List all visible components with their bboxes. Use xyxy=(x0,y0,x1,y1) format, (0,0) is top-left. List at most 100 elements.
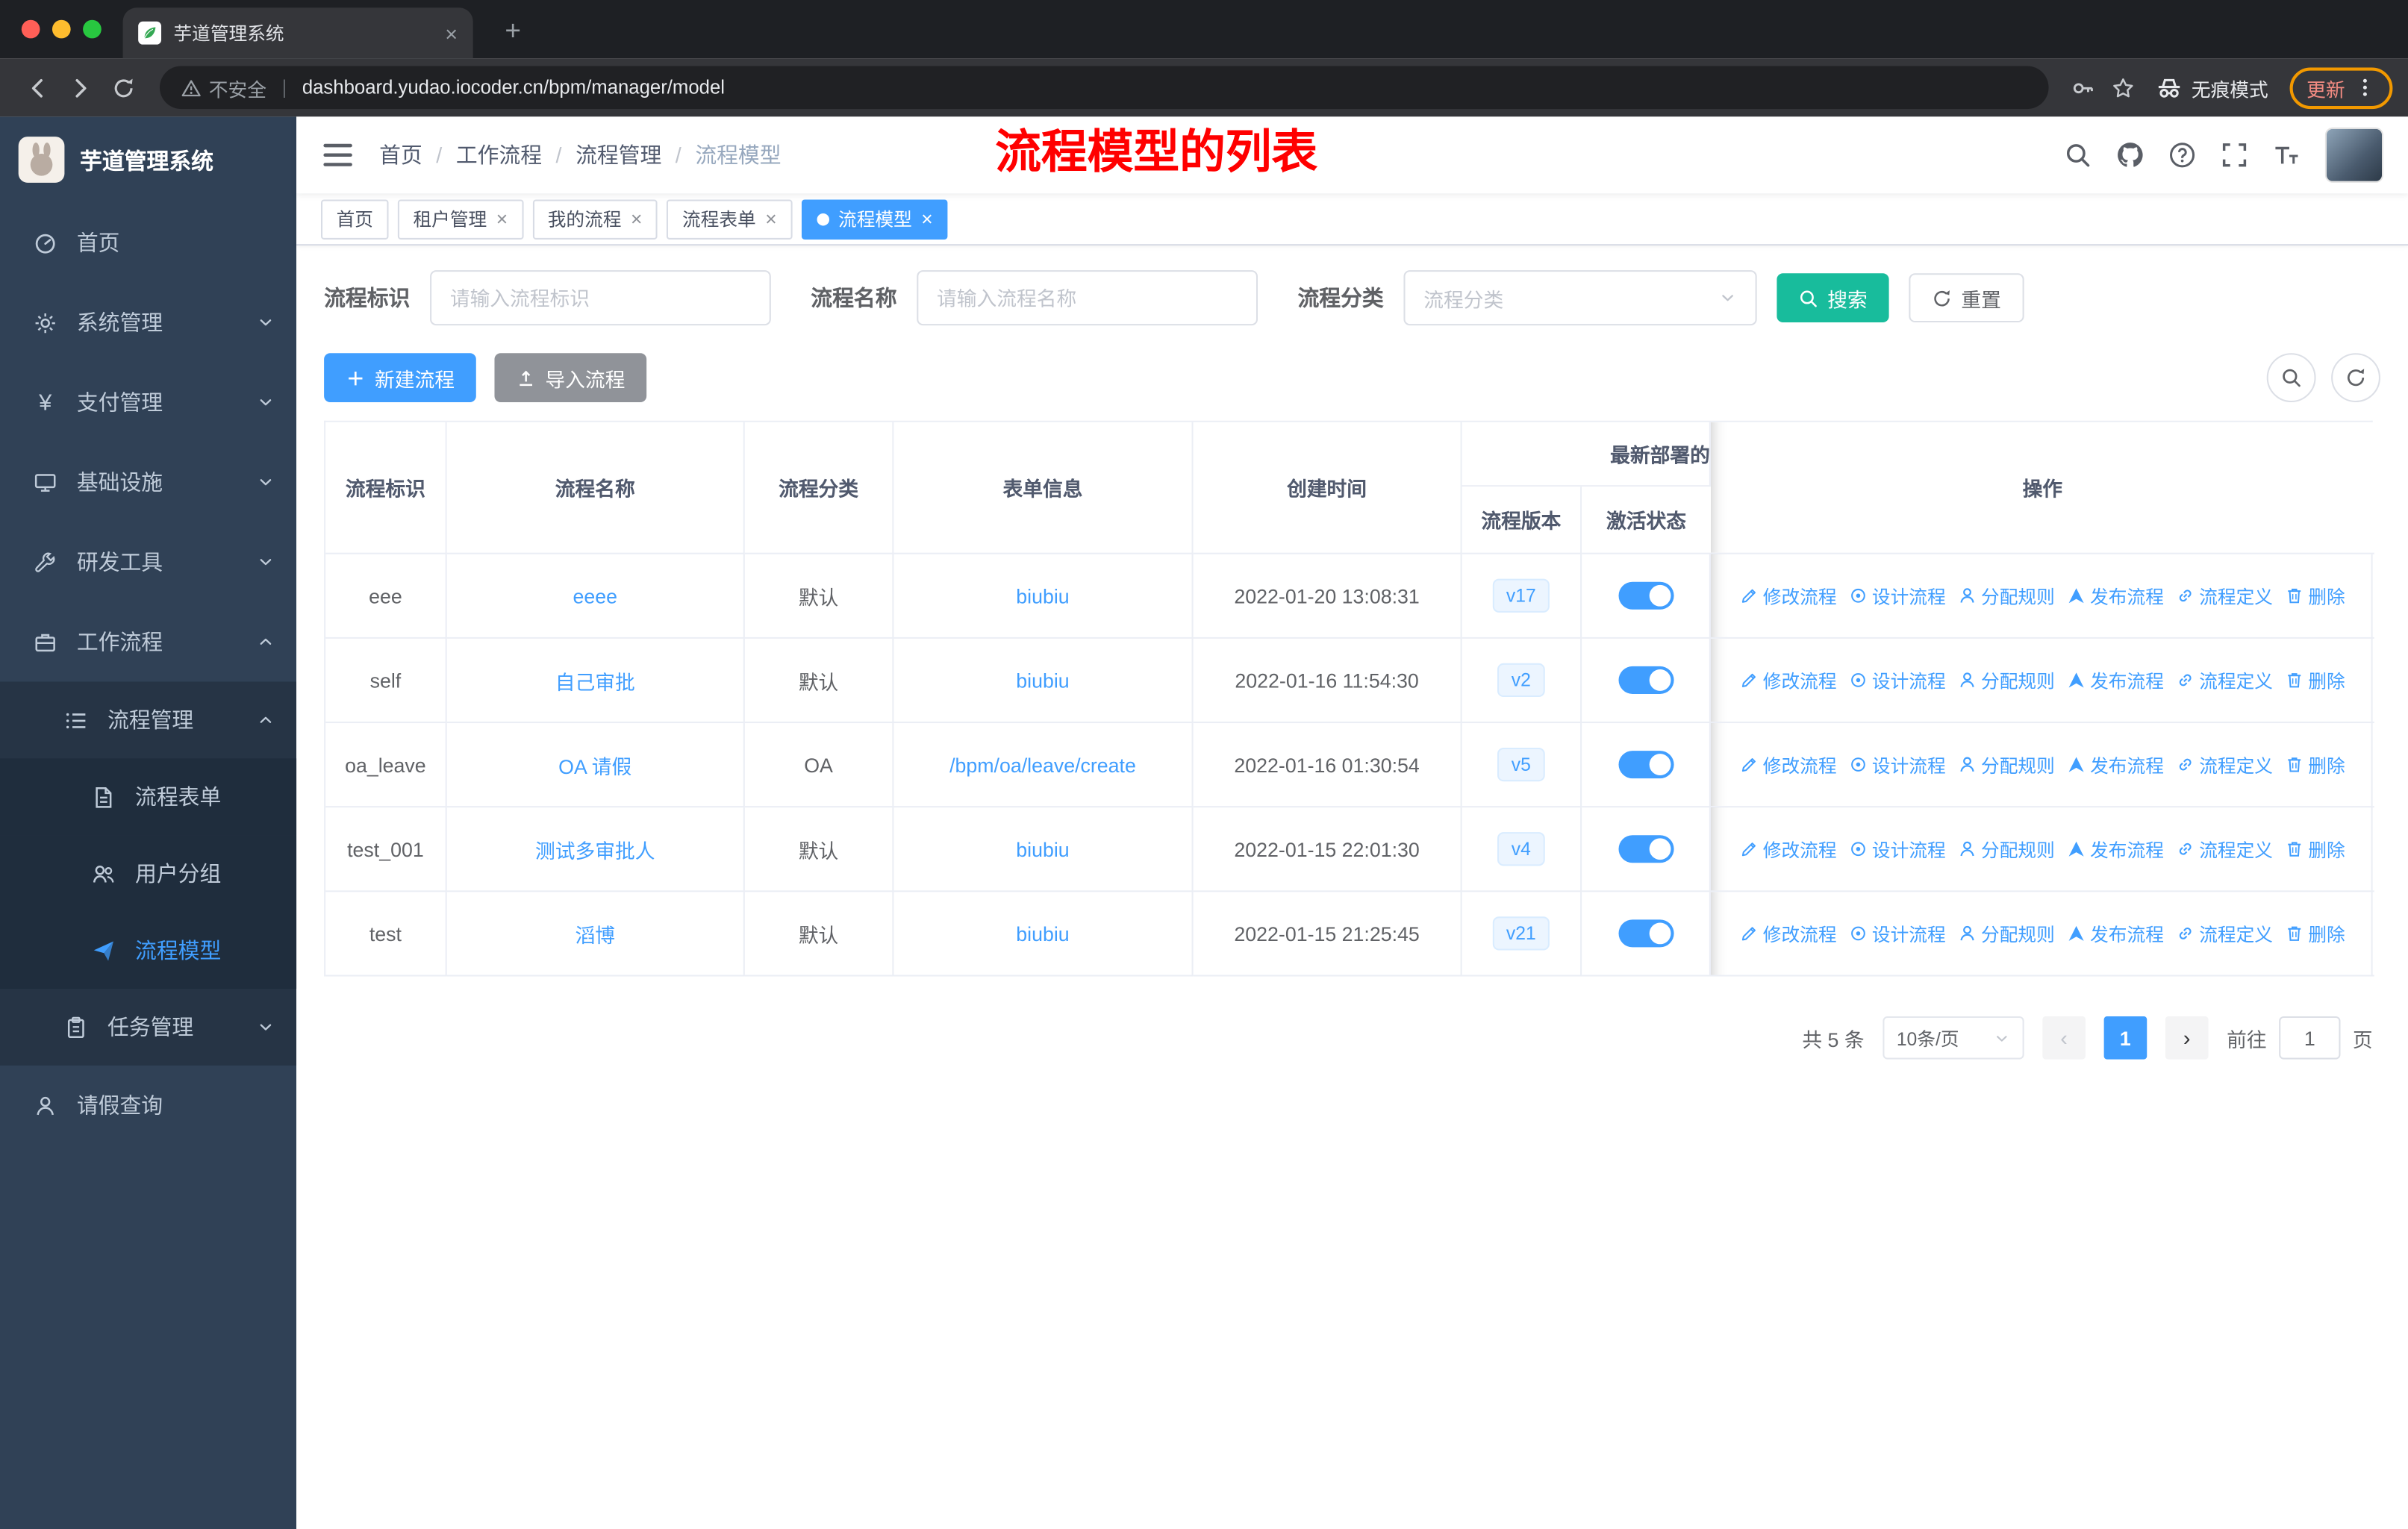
github-icon[interactable] xyxy=(2116,141,2144,169)
forward-button[interactable] xyxy=(58,66,102,109)
process-name-input[interactable] xyxy=(917,270,1258,326)
tag-tenant-management[interactable]: 租户管理 × xyxy=(397,198,523,239)
action-modify-link[interactable]: 修改流程 xyxy=(1740,836,1837,862)
tag-close-icon[interactable]: × xyxy=(496,209,508,229)
active-toggle[interactable] xyxy=(1618,835,1674,863)
action-delete-link[interactable]: 删除 xyxy=(2285,667,2345,693)
hamburger-icon[interactable] xyxy=(321,138,355,172)
user-avatar[interactable] xyxy=(2324,127,2384,183)
sidebar-item-task-management[interactable]: 任务管理 xyxy=(0,989,296,1066)
breadcrumb-process-management[interactable]: 流程管理 xyxy=(576,140,661,170)
active-toggle[interactable] xyxy=(1618,581,1674,610)
active-toggle[interactable] xyxy=(1618,666,1674,694)
tab-close-icon[interactable]: × xyxy=(445,21,458,46)
action-assign-link[interactable]: 分配规则 xyxy=(1958,920,2055,946)
active-toggle[interactable] xyxy=(1618,751,1674,779)
refresh-table-button[interactable] xyxy=(2331,353,2380,403)
action-delete-link[interactable]: 删除 xyxy=(2285,583,2345,609)
address-bar[interactable]: 不安全 | dashboard.yudao.iocoder.cn/bpm/man… xyxy=(159,66,2049,110)
process-key-input[interactable] xyxy=(430,270,771,326)
sidebar-item-process-management[interactable]: 流程管理 xyxy=(0,681,296,758)
password-key-icon[interactable] xyxy=(2064,68,2103,107)
sidebar-item-workflow[interactable]: 工作流程 xyxy=(0,602,296,682)
tag-home[interactable]: 首页 xyxy=(320,198,389,239)
sidebar-item-payment[interactable]: ¥ 支付管理 xyxy=(0,363,296,443)
breadcrumb-workflow[interactable]: 工作流程 xyxy=(456,140,542,170)
maximize-window-button[interactable] xyxy=(83,19,102,39)
breadcrumb-home[interactable]: 首页 xyxy=(379,140,422,170)
create-process-button[interactable]: 新建流程 xyxy=(324,353,476,403)
sidebar-item-process-form[interactable]: 流程表单 xyxy=(0,758,297,836)
action-design-link[interactable]: 设计流程 xyxy=(1849,583,1946,609)
help-icon[interactable] xyxy=(2168,141,2196,169)
browser-tab[interactable]: 芋道管理系统 × xyxy=(122,7,473,59)
new-tab-button[interactable]: + xyxy=(494,12,531,49)
action-publish-link[interactable]: 发布流程 xyxy=(2067,583,2164,609)
process-name-link[interactable]: eeee xyxy=(573,584,617,607)
form-info-link[interactable]: biubiu xyxy=(1016,584,1069,607)
font-size-icon[interactable] xyxy=(2273,141,2301,169)
app-logo[interactable]: 芋道管理系统 xyxy=(0,116,296,202)
goto-page-input[interactable] xyxy=(2279,1016,2341,1060)
security-indicator[interactable]: 不安全 xyxy=(181,73,266,102)
action-delete-link[interactable]: 删除 xyxy=(2285,751,2345,778)
action-definition-link[interactable]: 流程定义 xyxy=(2176,583,2273,609)
action-assign-link[interactable]: 分配规则 xyxy=(1958,583,2055,609)
action-definition-link[interactable]: 流程定义 xyxy=(2176,667,2273,693)
action-publish-link[interactable]: 发布流程 xyxy=(2067,667,2164,693)
action-definition-link[interactable]: 流程定义 xyxy=(2176,751,2273,778)
browser-menu-icon[interactable] xyxy=(2354,77,2376,99)
action-definition-link[interactable]: 流程定义 xyxy=(2176,920,2273,946)
tag-process-form[interactable]: 流程表单 × xyxy=(667,198,793,239)
action-modify-link[interactable]: 修改流程 xyxy=(1740,920,1837,946)
reload-button[interactable] xyxy=(102,66,145,109)
action-assign-link[interactable]: 分配规则 xyxy=(1958,751,2055,778)
sidebar-item-process-model[interactable]: 流程模型 xyxy=(0,912,297,989)
form-info-link[interactable]: /bpm/oa/leave/create xyxy=(949,753,1136,776)
sidebar-item-home[interactable]: 首页 xyxy=(0,203,296,283)
action-publish-link[interactable]: 发布流程 xyxy=(2067,920,2164,946)
action-design-link[interactable]: 设计流程 xyxy=(1849,667,1946,693)
import-process-button[interactable]: 导入流程 xyxy=(494,353,647,403)
tag-process-model[interactable]: 流程模型 × xyxy=(801,198,949,239)
active-toggle[interactable] xyxy=(1618,919,1674,948)
back-button[interactable] xyxy=(16,66,59,109)
process-name-link[interactable]: OA 请假 xyxy=(558,754,631,778)
sidebar-item-devtools[interactable]: 研发工具 xyxy=(0,522,296,602)
action-definition-link[interactable]: 流程定义 xyxy=(2176,836,2273,862)
action-design-link[interactable]: 设计流程 xyxy=(1849,836,1946,862)
next-page-button[interactable]: › xyxy=(2165,1016,2209,1060)
toggle-search-button[interactable] xyxy=(2266,353,2316,403)
form-info-link[interactable]: biubiu xyxy=(1016,922,1069,945)
tag-close-icon[interactable]: × xyxy=(921,209,933,229)
process-name-link[interactable]: 测试多审批人 xyxy=(535,839,655,862)
current-page-button[interactable]: 1 xyxy=(2103,1016,2147,1060)
action-delete-link[interactable]: 删除 xyxy=(2285,920,2345,946)
action-design-link[interactable]: 设计流程 xyxy=(1849,920,1946,946)
sidebar-item-infra[interactable]: 基础设施 xyxy=(0,443,296,522)
fullscreen-icon[interactable] xyxy=(2221,141,2248,169)
process-name-link[interactable]: 滔博 xyxy=(575,924,615,947)
reset-button[interactable]: 重置 xyxy=(1909,273,2024,323)
form-info-link[interactable]: biubiu xyxy=(1016,837,1069,860)
action-modify-link[interactable]: 修改流程 xyxy=(1740,751,1837,778)
tag-my-process[interactable]: 我的流程 × xyxy=(532,198,658,239)
action-delete-link[interactable]: 删除 xyxy=(2285,836,2345,862)
action-assign-link[interactable]: 分配规则 xyxy=(1958,836,2055,862)
tag-close-icon[interactable]: × xyxy=(631,209,643,229)
form-info-link[interactable]: biubiu xyxy=(1016,669,1069,692)
action-publish-link[interactable]: 发布流程 xyxy=(2067,836,2164,862)
action-publish-link[interactable]: 发布流程 xyxy=(2067,751,2164,778)
process-name-link[interactable]: 自己审批 xyxy=(555,670,635,693)
action-modify-link[interactable]: 修改流程 xyxy=(1740,667,1837,693)
sidebar-item-system[interactable]: 系统管理 xyxy=(0,283,296,363)
search-icon[interactable] xyxy=(2064,141,2092,169)
tag-close-icon[interactable]: × xyxy=(765,209,777,229)
search-button[interactable]: 搜索 xyxy=(1777,273,1889,323)
close-window-button[interactable] xyxy=(21,19,40,39)
sidebar-item-leave-query[interactable]: 请假查询 xyxy=(0,1066,296,1145)
action-modify-link[interactable]: 修改流程 xyxy=(1740,583,1837,609)
update-button[interactable]: 更新 xyxy=(2289,66,2393,109)
action-assign-link[interactable]: 分配规则 xyxy=(1958,667,2055,693)
action-design-link[interactable]: 设计流程 xyxy=(1849,751,1946,778)
